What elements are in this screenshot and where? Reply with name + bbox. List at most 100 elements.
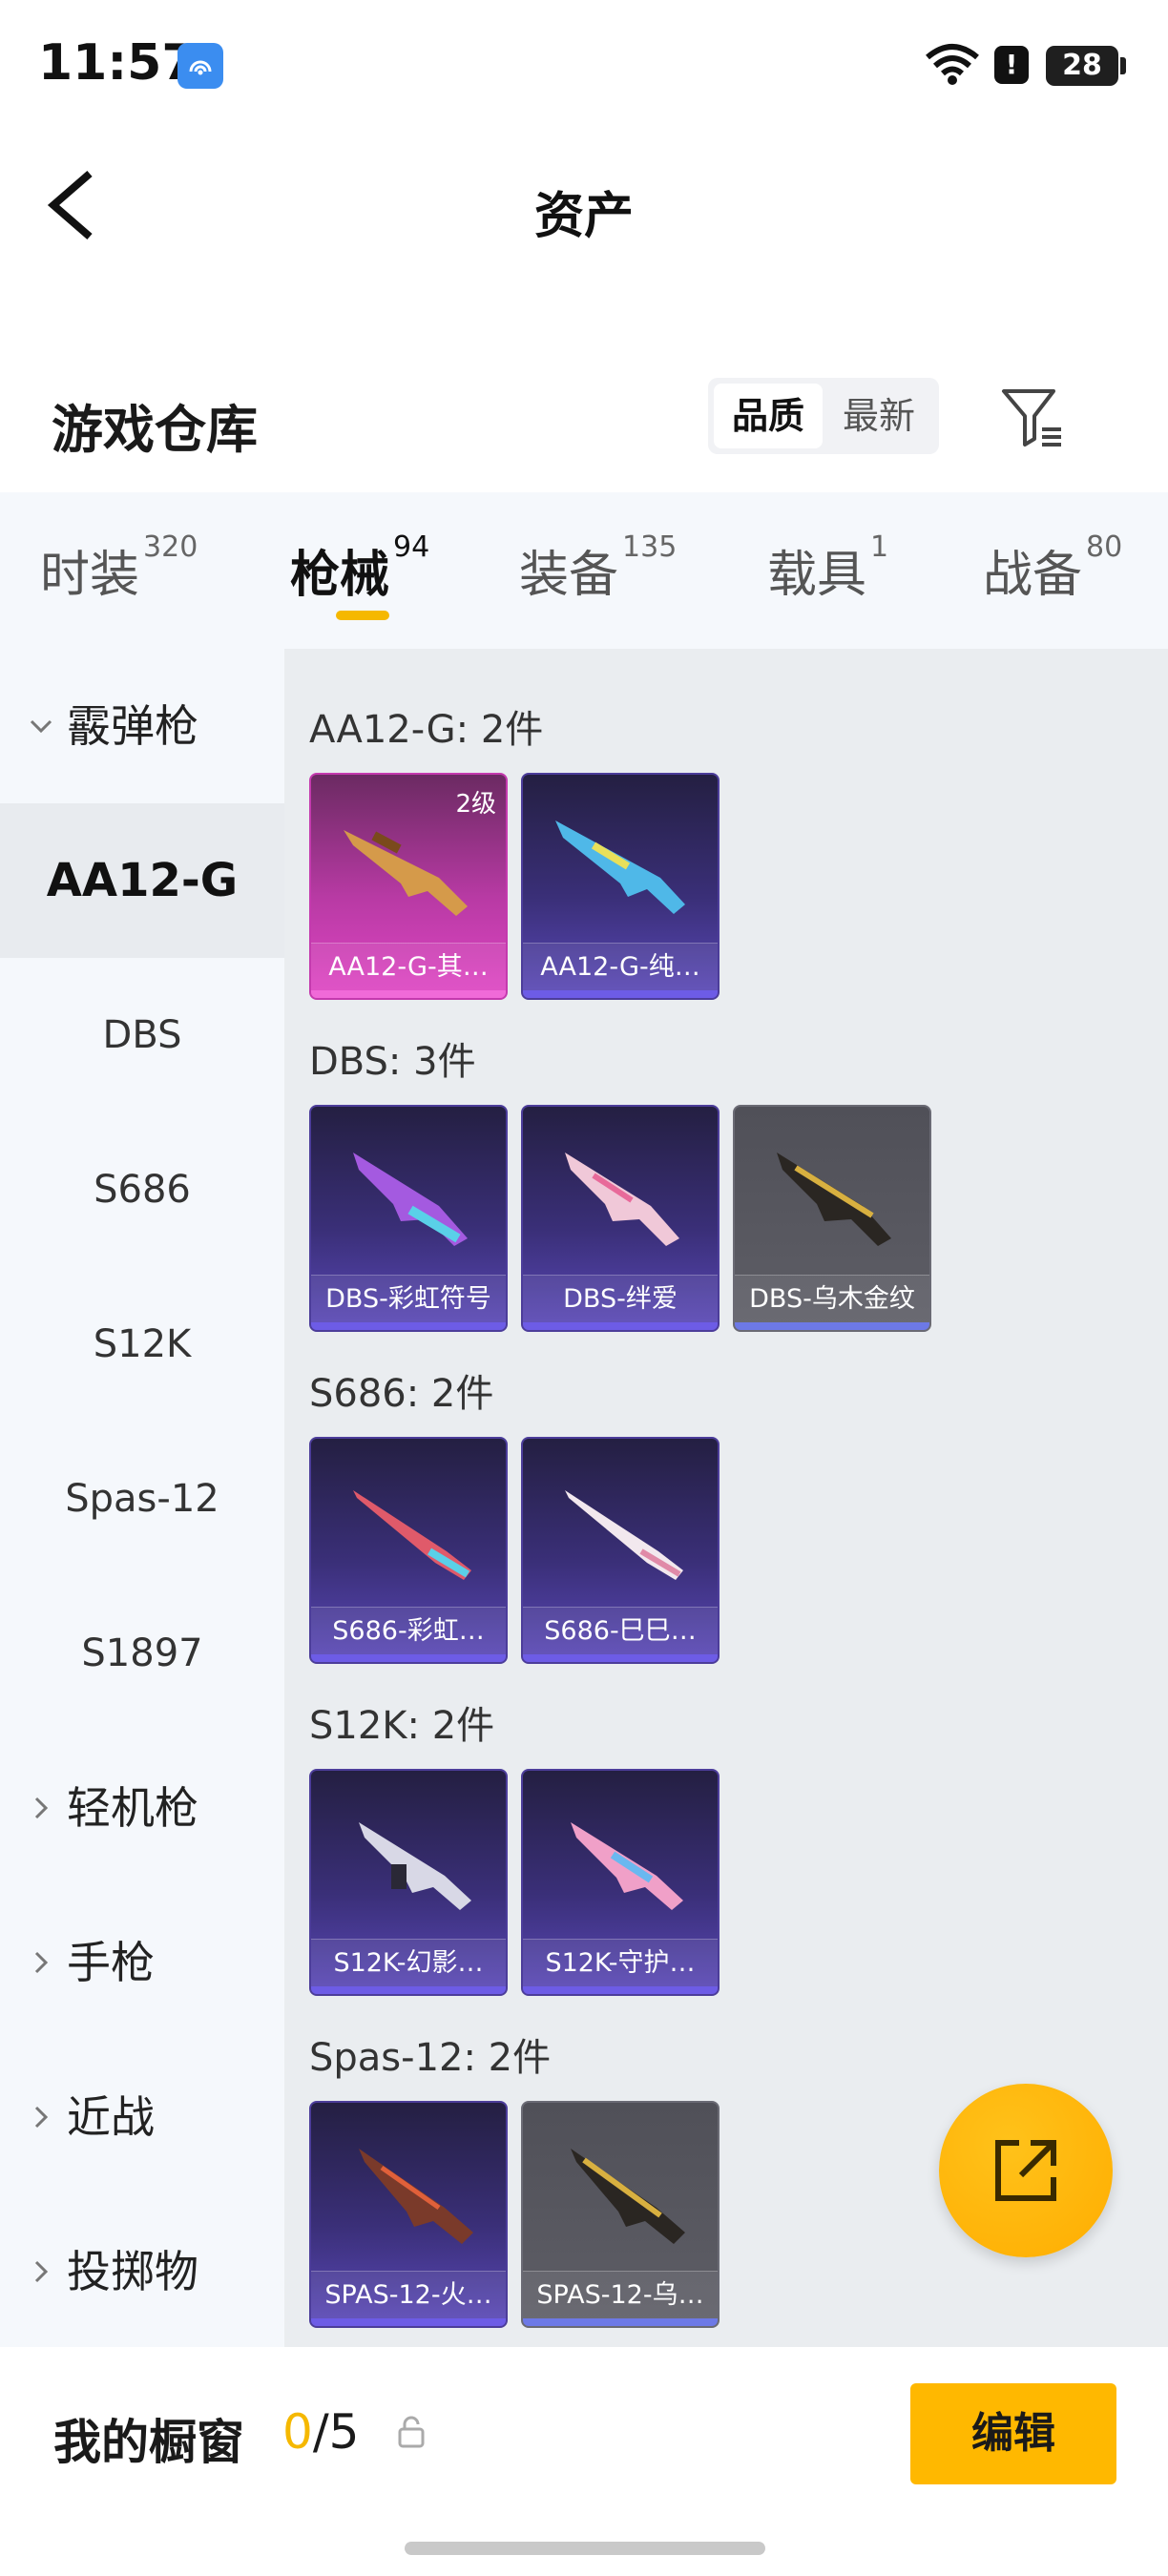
- rarity-bar: [311, 990, 506, 998]
- sidebar-item-dbs[interactable]: DBS: [0, 958, 284, 1112]
- home-indicator[interactable]: [405, 2542, 765, 2555]
- sidebar: 霰弹枪 AA12-G DBS S686 S12K Spas-12 S1897 轻…: [0, 649, 284, 2347]
- chevron-right-icon: [27, 1885, 55, 2040]
- category-tabs: 时装 320 枪械 94 装备 135 载具 1 战备 80: [0, 492, 1168, 649]
- external-link-icon: [995, 2140, 1056, 2201]
- tab-supplies[interactable]: 战备 80: [983, 530, 1122, 606]
- sort-by-quality[interactable]: 品质: [714, 384, 823, 448]
- item-card[interactable]: S686-彩虹…: [309, 1437, 508, 1664]
- item-card[interactable]: DBS-彩虹符号: [309, 1105, 508, 1332]
- tab-label: 载具: [767, 547, 867, 604]
- group-title: S686: 2件: [309, 1372, 494, 1416]
- showcase-total: /5: [312, 2404, 360, 2460]
- group-title: DBS: 3件: [309, 1040, 476, 1084]
- group-title: S12K: 2件: [309, 1704, 495, 1748]
- battery-tip: [1120, 57, 1126, 74]
- rarity-bar: [311, 2318, 506, 2326]
- status-time: 11:57: [38, 34, 197, 92]
- chevron-right-icon: [27, 2040, 55, 2194]
- item-level-badge: 2级: [455, 790, 496, 819]
- item-name: S12K-守护…: [523, 1939, 718, 1986]
- item-card[interactable]: S12K-守护…: [521, 1769, 720, 1996]
- alert-icon: !: [994, 46, 1029, 84]
- shotgun-skin-icon: [565, 1153, 679, 1246]
- rarity-bar: [311, 1654, 506, 1662]
- rarity-bar: [735, 1322, 929, 1330]
- tab-count: 135: [622, 530, 678, 564]
- item-card[interactable]: SPAS-12-乌…: [521, 2101, 720, 2328]
- filter-icon[interactable]: [998, 384, 1065, 450]
- showcase-count: 0/5: [282, 2404, 359, 2460]
- edit-button[interactable]: 编辑: [910, 2383, 1116, 2484]
- sidebar-category-label: 近战: [67, 2091, 155, 2143]
- item-name: DBS-彩虹符号: [311, 1275, 506, 1322]
- sidebar-item-s1897[interactable]: S1897: [0, 1576, 284, 1731]
- rarity-bar: [311, 1322, 506, 1330]
- shotgun-skin-icon: [353, 1153, 468, 1246]
- shotgun-skin-icon: [359, 1822, 471, 1910]
- status-bar: 11:57 ! 28: [0, 0, 1168, 134]
- share-button[interactable]: [939, 2084, 1113, 2257]
- item-name: DBS-乌木金纹: [735, 1275, 929, 1322]
- sidebar-item-aa12g[interactable]: AA12-G: [0, 803, 284, 958]
- wifi-icon: [924, 42, 981, 90]
- shotgun-skin-icon: [565, 1490, 683, 1580]
- shotgun-skin-icon: [555, 821, 685, 914]
- shotgun-skin-icon: [777, 1153, 891, 1246]
- chevron-right-icon: [27, 2194, 55, 2349]
- shotgun-skin-icon: [359, 2149, 473, 2244]
- tab-fashion[interactable]: 时装 320: [40, 530, 198, 606]
- item-name: SPAS-12-乌…: [523, 2271, 718, 2318]
- sidebar-category-shotgun[interactable]: 霰弹枪: [0, 649, 284, 803]
- tab-equipment[interactable]: 装备 135: [519, 530, 677, 606]
- sort-toggle: 品质 最新: [708, 378, 939, 454]
- active-tab-indicator: [336, 611, 389, 620]
- rarity-bar: [523, 2318, 718, 2326]
- sort-by-newest[interactable]: 最新: [824, 384, 933, 448]
- tab-label: 枪械: [290, 547, 390, 604]
- tab-label: 战备: [983, 547, 1083, 604]
- tab-firearms[interactable]: 枪械 94: [290, 530, 429, 606]
- item-card[interactable]: S686-巳巳…: [521, 1437, 720, 1664]
- group-title: AA12-G: 2件: [309, 708, 544, 752]
- warehouse-title: 游戏仓库: [52, 400, 258, 460]
- sidebar-category-label: 轻机枪: [67, 1782, 198, 1834]
- item-card[interactable]: S12K-幻影…: [309, 1769, 508, 1996]
- tab-count: 1: [870, 530, 889, 564]
- item-name: SPAS-12-火…: [311, 2271, 506, 2318]
- sidebar-category-lmg[interactable]: 轻机枪: [0, 1731, 284, 1885]
- group-title: Spas-12: 2件: [309, 2036, 552, 2080]
- sidebar-item-s12k[interactable]: S12K: [0, 1267, 284, 1422]
- tab-vehicles[interactable]: 载具 1: [767, 530, 888, 606]
- rarity-bar: [523, 1654, 718, 1662]
- item-name: AA12-G-其…: [311, 943, 506, 990]
- lock-icon: [397, 2416, 426, 2452]
- tab-label: 装备: [519, 547, 619, 604]
- sidebar-category-pistol[interactable]: 手枪: [0, 1885, 284, 2040]
- item-card[interactable]: DBS-乌木金纹: [733, 1105, 931, 1332]
- item-card[interactable]: AA12-G-纯…: [521, 773, 720, 1000]
- item-card[interactable]: 2级 AA12-G-其…: [309, 773, 508, 1000]
- sidebar-item-spas12[interactable]: Spas-12: [0, 1422, 284, 1576]
- item-name: S12K-幻影…: [311, 1939, 506, 1986]
- battery-indicator: 28: [1046, 46, 1118, 86]
- item-name: S686-巳巳…: [523, 1607, 718, 1654]
- item-card[interactable]: SPAS-12-火…: [309, 2101, 508, 2328]
- showcase-current: 0: [282, 2404, 313, 2460]
- shotgun-skin-icon: [571, 2149, 685, 2244]
- sidebar-category-label: 投掷物: [67, 2246, 198, 2297]
- sidebar-category-melee[interactable]: 近战: [0, 2040, 284, 2194]
- rarity-bar: [523, 990, 718, 998]
- shotgun-skin-icon: [571, 1822, 683, 1910]
- item-name: DBS-绊爱: [523, 1275, 718, 1322]
- tab-count: 320: [143, 530, 198, 564]
- tab-count: 94: [393, 530, 430, 564]
- sidebar-category-throwables[interactable]: 投掷物: [0, 2194, 284, 2349]
- item-name: AA12-G-纯…: [523, 943, 718, 990]
- page-title: 资产: [533, 188, 634, 245]
- sidebar-item-s686[interactable]: S686: [0, 1112, 284, 1267]
- item-card[interactable]: DBS-绊爱: [521, 1105, 720, 1332]
- sidebar-category-label: 手枪: [67, 1937, 155, 1988]
- rarity-bar: [523, 1322, 718, 1330]
- app-notification-icon: [177, 43, 223, 89]
